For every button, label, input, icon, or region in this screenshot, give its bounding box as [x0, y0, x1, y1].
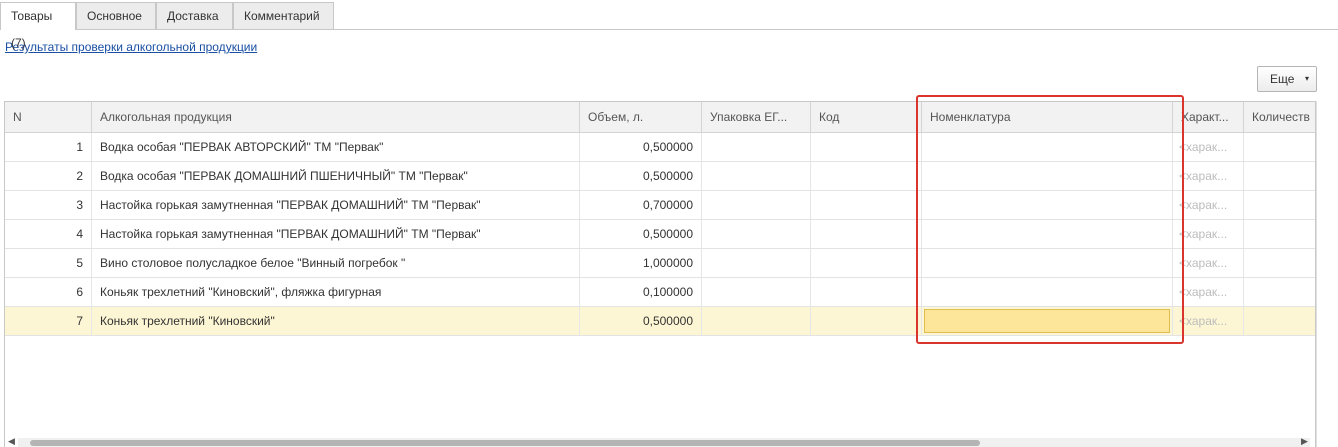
volume-cell[interactable]: 0,500000	[580, 162, 702, 190]
table-header: N Алкогольная продукция Объем, л. Упаков…	[5, 102, 1315, 133]
product-cell[interactable]: Настойка горькая замутненная "ПЕРВАК ДОМ…	[92, 220, 580, 248]
nomenclature-cell[interactable]	[922, 249, 1173, 277]
characteristic-cell[interactable]: <харак...	[1173, 191, 1244, 219]
column-header-n[interactable]: N	[5, 102, 92, 132]
characteristic-cell[interactable]: <харак...	[1173, 162, 1244, 190]
scroll-left-icon[interactable]: ◀	[8, 436, 15, 447]
row-number[interactable]: 1	[5, 133, 92, 161]
nomenclature-edit-field[interactable]	[924, 309, 1170, 333]
row-number[interactable]: 2	[5, 162, 92, 190]
row-number[interactable]: 5	[5, 249, 92, 277]
column-header-code[interactable]: Код	[811, 102, 922, 132]
package-cell[interactable]	[702, 307, 811, 335]
table-row[interactable]: 5 Вино столовое полусладкое белое "Винный…	[5, 249, 1315, 278]
row-number[interactable]: 7	[5, 307, 92, 335]
quantity-cell[interactable]	[1244, 249, 1315, 277]
characteristic-cell[interactable]: <харак...	[1173, 249, 1244, 277]
nomenclature-cell[interactable]	[922, 220, 1173, 248]
nomenclature-cell[interactable]	[922, 278, 1173, 306]
tab-main[interactable]: Основное	[76, 2, 156, 29]
tab-goods[interactable]: Товары (7)	[0, 2, 76, 50]
column-header-volume[interactable]: Объем, л.	[580, 102, 702, 132]
row-number[interactable]: 6	[5, 278, 92, 306]
code-cell[interactable]	[811, 249, 922, 277]
quantity-cell[interactable]	[1244, 307, 1315, 335]
chevron-down-icon: ▾	[1305, 74, 1310, 83]
tab-delivery[interactable]: Доставка	[156, 2, 233, 29]
volume-cell[interactable]: 0,700000	[580, 191, 702, 219]
horizontal-scrollbar[interactable]	[18, 438, 1310, 447]
code-cell[interactable]	[811, 191, 922, 219]
nomenclature-cell[interactable]	[922, 133, 1173, 161]
volume-cell[interactable]: 1,000000	[580, 249, 702, 277]
tab-divider	[0, 29, 1338, 30]
volume-cell[interactable]: 0,500000	[580, 307, 702, 335]
product-cell[interactable]: Коньяк трехлетний "Киновский"	[92, 307, 580, 335]
package-cell[interactable]	[702, 191, 811, 219]
package-cell[interactable]	[702, 249, 811, 277]
scroll-right-icon[interactable]: ▶	[1301, 436, 1308, 447]
column-header-characteristic[interactable]: Характ...	[1173, 102, 1244, 132]
vertical-scrollbar[interactable]	[1316, 101, 1329, 447]
table-row[interactable]: 6 Коньяк трехлетний "Киновский", фляжка ф…	[5, 278, 1315, 307]
code-cell[interactable]	[811, 220, 922, 248]
row-number[interactable]: 3	[5, 191, 92, 219]
code-cell[interactable]	[811, 307, 922, 335]
nomenclature-cell[interactable]	[922, 162, 1173, 190]
quantity-cell[interactable]	[1244, 191, 1315, 219]
package-cell[interactable]	[702, 278, 811, 306]
column-header-product[interactable]: Алкогольная продукция	[92, 102, 580, 132]
package-cell[interactable]	[702, 220, 811, 248]
characteristic-cell[interactable]: <харак...	[1173, 307, 1244, 335]
column-header-quantity[interactable]: Количеств	[1244, 102, 1315, 132]
volume-cell[interactable]: 0,500000	[580, 133, 702, 161]
table-row[interactable]: 4 Настойка горькая замутненная "ПЕРВАК ДО…	[5, 220, 1315, 249]
volume-cell[interactable]: 0,100000	[580, 278, 702, 306]
quantity-cell[interactable]	[1244, 162, 1315, 190]
product-cell[interactable]: Водка особая "ПЕРВАК АВТОРСКИЙ" ТМ "Перв…	[92, 133, 580, 161]
table-row[interactable]: 2 Водка особая "ПЕРВАК ДОМАШНИЙ ПШЕНИЧНЫЙ…	[5, 162, 1315, 191]
table-row[interactable]: 3 Настойка горькая замутненная "ПЕРВАК ДО…	[5, 191, 1315, 220]
code-cell[interactable]	[811, 162, 922, 190]
column-header-nomenclature[interactable]: Номенклатура	[922, 102, 1173, 132]
more-button[interactable]: Еще ▾	[1257, 66, 1317, 92]
product-cell[interactable]: Вино столовое полусладкое белое "Винный …	[92, 249, 580, 277]
volume-cell[interactable]: 0,500000	[580, 220, 702, 248]
alcohol-check-results-link[interactable]: Результаты проверки алкогольной продукци…	[5, 40, 257, 54]
column-header-package[interactable]: Упаковка ЕГ...	[702, 102, 811, 132]
code-cell[interactable]	[811, 278, 922, 306]
horizontal-scrollbar-thumb[interactable]	[30, 440, 980, 446]
nomenclature-cell[interactable]	[922, 191, 1173, 219]
more-button-label: Еще	[1270, 72, 1295, 86]
product-cell[interactable]: Водка особая "ПЕРВАК ДОМАШНИЙ ПШЕНИЧНЫЙ"…	[92, 162, 580, 190]
characteristic-cell[interactable]: <харак...	[1173, 220, 1244, 248]
row-number[interactable]: 4	[5, 220, 92, 248]
characteristic-cell[interactable]: <харак...	[1173, 278, 1244, 306]
characteristic-cell[interactable]: <харак...	[1173, 133, 1244, 161]
quantity-cell[interactable]	[1244, 133, 1315, 161]
quantity-cell[interactable]	[1244, 278, 1315, 306]
goods-table: N Алкогольная продукция Объем, л. Упаков…	[4, 101, 1316, 447]
package-cell[interactable]	[702, 162, 811, 190]
product-cell[interactable]: Коньяк трехлетний "Киновский", фляжка фи…	[92, 278, 580, 306]
package-cell[interactable]	[702, 133, 811, 161]
tab-comment[interactable]: Комментарий	[233, 2, 334, 29]
quantity-cell[interactable]	[1244, 220, 1315, 248]
product-cell[interactable]: Настойка горькая замутненная "ПЕРВАК ДОМ…	[92, 191, 580, 219]
tab-bar: Товары (7) Основное Доставка Комментарий	[0, 0, 1338, 50]
table-row[interactable]: 1 Водка особая "ПЕРВАК АВТОРСКИЙ" ТМ "Пер…	[5, 133, 1315, 162]
code-cell[interactable]	[811, 133, 922, 161]
